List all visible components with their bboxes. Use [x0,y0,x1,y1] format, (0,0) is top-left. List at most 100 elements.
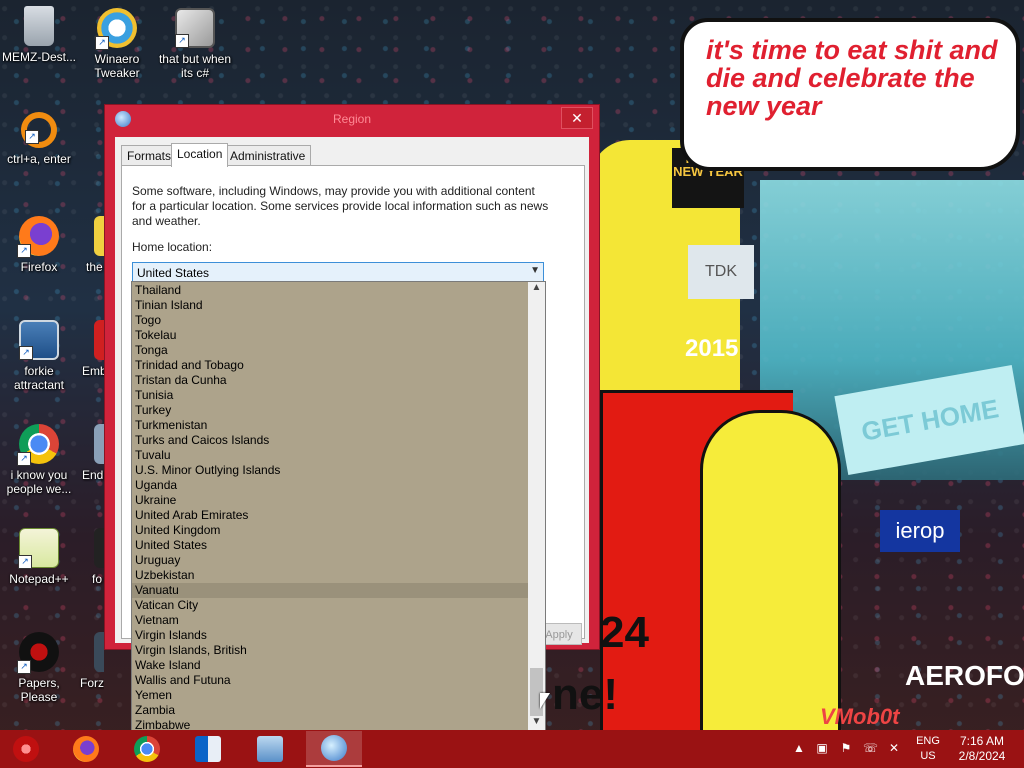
dropdown-item[interactable]: Tuvalu [132,448,529,463]
taskbar-region[interactable] [306,731,362,767]
dropdown-item[interactable]: Uzbekistan [132,568,529,583]
dropdown-item[interactable]: Turkey [132,403,529,418]
desktop-icon-the[interactable]: the [78,216,104,274]
taskbar: ▲ ▣ ⚑ ☏ ✕ ENG US 7:16 AM 2/8/2024 [0,730,1024,768]
taskbar-chrome[interactable] [121,731,173,767]
desktop-icon-forkie[interactable]: ↗ forkie attractant [0,320,78,392]
close-button[interactable]: ✕ [561,107,593,129]
desktop-icon-label: MEMZ-Dest... [2,50,76,64]
dialog-titlebar[interactable]: Region ✕ [105,105,599,133]
shortcut-arrow-icon: ↗ [19,346,33,360]
tab-formats[interactable]: Formats [121,145,178,166]
dropdown-item[interactable]: Thailand [132,283,529,298]
forza-icon [94,632,104,672]
network-icon[interactable]: ☏ [863,741,878,755]
desktop-icon-notepadpp[interactable]: ↗ Notepad++ [0,528,78,586]
network-monitor-icon[interactable]: ▣ [815,741,829,755]
dropdown-items: Thailand Tinian Island Togo Tokelau Tonga Tri… [132,283,529,732]
dropdown-item[interactable]: United Arab Emirates [132,508,529,523]
dropdown-item[interactable]: Tunisia [132,388,529,403]
desktop-icon-emb[interactable]: Emb De [78,320,104,378]
app-icon [94,320,104,360]
dropdown-item[interactable]: Virgin Islands [132,628,529,643]
region-code: US [920,750,936,762]
desktop-icon-fo-som[interactable]: fo som [78,528,104,586]
wallpaper-vm-tag: VMob0t [820,704,900,729]
dropdown-scrollbar[interactable]: ▲ ▼ [528,282,545,732]
desktop-icon-label: Emb De [82,364,104,378]
language-code: ENG [916,735,940,747]
dropdown-item[interactable]: Tinian Island [132,298,529,313]
dropdown-item[interactable]: Wallis and Futuna [132,673,529,688]
shortcut-arrow-icon: ↗ [95,36,109,50]
dropdown-item[interactable]: Yemen [132,688,529,703]
taskbar-clock[interactable]: 7:16 AM 2/8/2024 [950,734,1014,764]
dropdown-item[interactable]: Zambia [132,703,529,718]
desktop-icon-memz[interactable]: MEMZ-Dest... [0,6,78,64]
desktop-icon-forza[interactable]: Forza Hor Sixe [78,632,104,690]
dropdown-item[interactable]: Virgin Islands, British [132,643,529,658]
volume-muted-icon[interactable]: ✕ [887,741,901,755]
stack-icon: ↗ [175,8,215,48]
desktop-icon-label: Winaero Tweaker [94,52,140,80]
scroll-up-icon[interactable]: ▲ [528,282,545,298]
desktop-icon-label: Forza Hor Sixe [80,676,104,690]
chevron-down-icon: ▼ [530,265,540,276]
desktop-icon-label: Firefox [20,260,58,274]
mouse-cursor-icon [540,693,550,709]
desktop-icon-endi[interactable]: Endi [78,424,104,482]
taskbar-outlook[interactable] [182,731,234,767]
wallpaper-ierop-sign: ierop [880,510,960,552]
taskbar-control-panel[interactable] [244,731,296,767]
shortcut-arrow-icon: ↗ [17,660,31,674]
dropdown-item[interactable]: Turks and Caicos Islands [132,433,529,448]
wallpaper-2015-sign: 2015 [685,335,739,362]
dropdown-item[interactable]: United States [132,538,529,553]
desktop-icon-label: that but when its c# [158,52,232,80]
wallpaper-big-text-1: 24 [600,608,649,657]
dropdown-item[interactable]: Tonga [132,343,529,358]
home-location-combobox[interactable]: United States ▼ [132,262,544,282]
dropdown-item[interactable]: Togo [132,313,529,328]
desktop-icon-that-but-when[interactable]: ↗ that but when its c# [156,8,234,80]
desktop-icon-winaero[interactable]: ↗ Winaero Tweaker [78,8,156,80]
shortcut-arrow-icon: ↗ [175,34,189,48]
chrome-icon: ↗ [17,424,59,466]
taskbar-firefox[interactable] [60,731,112,767]
desktop-icon-label: the [86,260,103,274]
dropdown-item[interactable]: Tokelau [132,328,529,343]
dropdown-item[interactable]: Vanuatu [132,583,529,598]
notepadpp-icon: ↗ [18,528,59,569]
desktop-icon-papers-please[interactable]: ↗ Papers, Please [0,632,78,704]
desktop-icon-i-know-you[interactable]: ↗ i know you people we... [0,424,78,496]
dropdown-item[interactable]: Tristan da Cunha [132,373,529,388]
wallpaper-aero-sign: AEROFOS [905,660,1024,691]
dropdown-item[interactable]: Vatican City [132,598,529,613]
desktop-icon-label: forkie attractant [13,364,65,392]
dropdown-item[interactable]: Wake Island [132,658,529,673]
language-indicator[interactable]: ENG US [912,734,944,764]
dropdown-item[interactable]: Vietnam [132,613,529,628]
dropdown-item[interactable]: Ukraine [132,493,529,508]
speech-bubble-text: it's time to eat shit and die and celebr… [706,35,998,121]
dropdown-item[interactable]: Uruguay [132,553,529,568]
tab-location[interactable]: Location [171,143,229,167]
app-icon [94,216,104,256]
winaero-icon: ↗ [95,8,137,50]
home-location-label: Home location: [132,240,213,254]
start-button[interactable] [0,731,52,767]
home-location-dropdown-list[interactable]: Thailand Tinian Island Togo Tokelau Tonga Tri… [131,281,546,733]
desktop-icon-ctrl-a[interactable]: ↗ ctrl+a, enter [0,112,78,166]
desktop-icon-firefox[interactable]: ↗ Firefox [0,216,78,274]
tab-administrative[interactable]: Administrative [224,145,312,166]
recycle-bin-icon [24,6,54,46]
dropdown-item[interactable]: U.S. Minor Outlying Islands [132,463,529,478]
dropdown-item[interactable]: Uganda [132,478,529,493]
dropdown-item[interactable]: United Kingdom [132,523,529,538]
show-hidden-icons-icon[interactable]: ▲ [792,741,806,755]
dropdown-item[interactable]: Turkmenistan [132,418,529,433]
desktop-icon-label: Papers, Please [18,676,60,704]
action-center-flag-icon[interactable]: ⚑ [839,741,853,755]
dropdown-item[interactable]: Trinidad and Tobago [132,358,529,373]
shortcut-arrow-icon: ↗ [17,452,31,466]
